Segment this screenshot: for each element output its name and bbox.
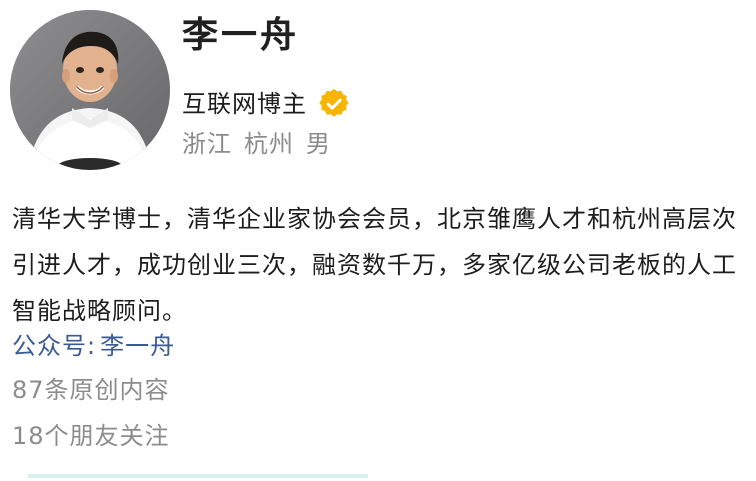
gender-text: 男 — [306, 130, 331, 158]
avatar[interactable] — [10, 10, 170, 170]
official-account-value: 李一舟 — [100, 332, 176, 360]
friends-following-count: 18个朋友关注 — [12, 422, 170, 450]
province-text: 浙江 — [182, 130, 232, 158]
profile-card: 李一舟 互联网博主 浙江 杭州 男 清华大学博士，清华企业家协会会员，北京雏鹰人… — [0, 0, 756, 481]
original-content-count: 87条原创内容 — [12, 376, 170, 404]
title-row: 互联网博主 — [182, 86, 349, 122]
profile-bio: 清华大学博士，清华企业家协会会员，北京雏鹰人才和杭州高层次引进人才，成功创业三次… — [12, 205, 737, 325]
profile-title: 互联网博主 — [182, 90, 307, 118]
divider — [28, 474, 368, 478]
official-account-label: 公众号: — [12, 332, 97, 360]
profile-name: 李一舟 — [182, 15, 300, 56]
official-account-link[interactable]: 公众号: 李一舟 — [12, 334, 175, 358]
verified-badge-icon — [319, 88, 349, 119]
city-text: 杭州 — [244, 130, 294, 158]
profile-location: 浙江 杭州 男 — [182, 132, 331, 156]
